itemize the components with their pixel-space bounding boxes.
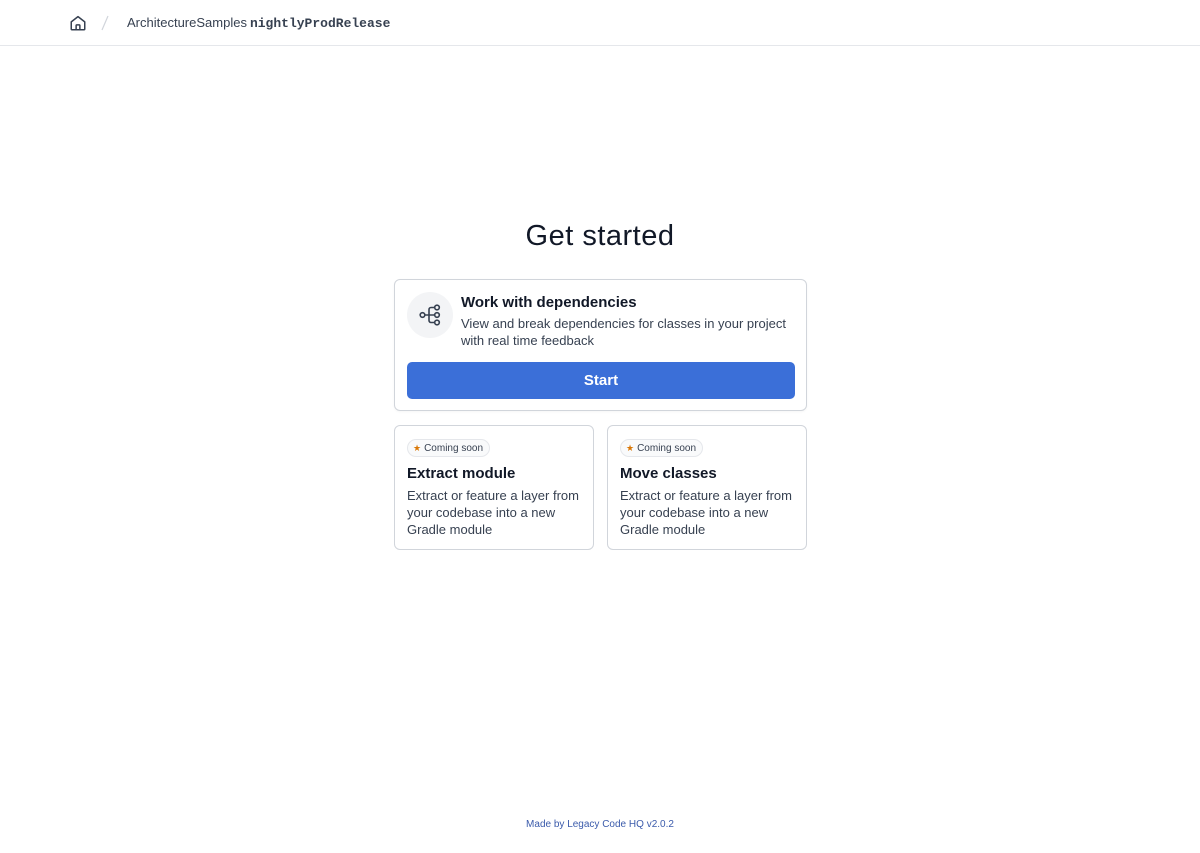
coming-soon-badge: ★ Coming soon: [407, 439, 490, 457]
breadcrumb: ArchitectureSamples nightlyProdRelease: [127, 15, 390, 32]
badge-label: Coming soon: [637, 442, 696, 454]
dependency-icon-circle: [407, 292, 453, 338]
extract-module-title: Extract module: [407, 465, 516, 482]
page-title: Get started: [525, 220, 675, 252]
legacy-code-hq-link[interactable]: Legacy Code HQ: [567, 819, 644, 830]
coming-soon-badge: ★ Coming soon: [620, 439, 703, 457]
extract-module-card: ★ Coming soon Extract module Extract or …: [394, 425, 594, 550]
version-label: v2.0.2: [646, 819, 674, 830]
footer-prefix: Made by: [526, 819, 565, 830]
star-icon: ★: [626, 443, 635, 453]
dependencies-card: Work with dependencies View and break de…: [394, 279, 807, 411]
badge-label: Coming soon: [424, 442, 483, 454]
breadcrumb-project[interactable]: ArchitectureSamples: [127, 15, 247, 30]
home-button[interactable]: [68, 13, 88, 33]
star-icon: ★: [413, 443, 422, 453]
move-classes-title: Move classes: [620, 465, 717, 482]
dependencies-card-title: Work with dependencies: [461, 294, 637, 311]
extract-module-description: Extract or feature a layer from your cod…: [407, 488, 579, 537]
move-classes-description: Extract or feature a layer from your cod…: [620, 488, 792, 537]
dependency-tree-icon: [419, 304, 441, 326]
move-classes-card: ★ Coming soon Move classes Extract or fe…: [607, 425, 807, 550]
start-button[interactable]: Start: [407, 362, 795, 399]
breadcrumb-separator: [101, 15, 109, 31]
dependencies-card-description: View and break dependencies for classes …: [461, 316, 786, 348]
breadcrumb-task[interactable]: nightlyProdRelease: [250, 16, 390, 31]
top-bar: ArchitectureSamples nightlyProdRelease: [0, 0, 1200, 46]
home-icon: [70, 15, 86, 31]
footer: Made by Legacy Code HQ v2.0.2: [0, 818, 1200, 832]
